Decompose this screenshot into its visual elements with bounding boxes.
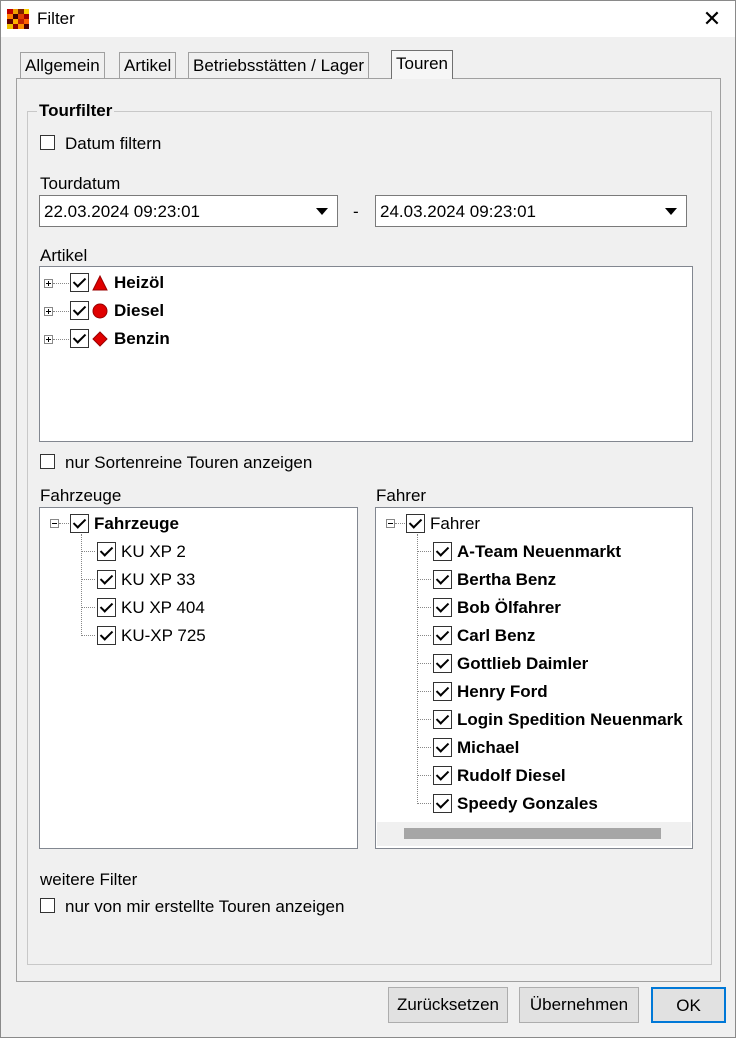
red-circle-icon [92, 303, 108, 319]
date-from-value: 22.03.2024 09:23:01 [44, 202, 200, 221]
fahrzeuge-root-label: Fahrzeuge [94, 514, 180, 533]
fahrzeug-label: KU XP 33 [121, 570, 196, 589]
fahrer-checkbox[interactable] [433, 766, 452, 785]
fahrer-checkbox[interactable] [433, 598, 452, 617]
fahrzeug-label: KU XP 404 [121, 598, 205, 617]
fahrzeuge-tree[interactable]: Fahrzeuge KU XP 2 KU XP 33 KU XP 404 KU-… [39, 507, 358, 849]
ok-button[interactable]: OK [651, 987, 726, 1023]
red-diamond-icon [92, 331, 108, 347]
fahrer-checkbox[interactable] [433, 626, 452, 645]
fahrer-checkbox[interactable] [433, 794, 452, 813]
fahrer-tree[interactable]: Fahrer A-Team Neuenmarkt Bertha Benz Bob… [375, 507, 693, 849]
horizontal-scrollbar[interactable] [377, 822, 691, 846]
fahrer-checkbox[interactable] [433, 542, 452, 561]
apply-button[interactable]: Übernehmen [519, 987, 639, 1023]
fahrer-checkbox[interactable] [433, 570, 452, 589]
artikel-checkbox[interactable] [70, 329, 89, 348]
window-title: Filter [37, 9, 75, 28]
fahrer-item-label: Rudolf Diesel [457, 766, 566, 785]
tab-allgemein[interactable]: Allgemein [20, 52, 105, 79]
fahrzeug-checkbox[interactable] [97, 542, 116, 561]
chevron-down-icon[interactable] [307, 196, 337, 226]
own-tours-checkbox[interactable] [40, 898, 55, 913]
artikel-checkbox[interactable] [70, 301, 89, 320]
tourdatum-label: Tourdatum [40, 174, 121, 193]
sortenrein-label: nur Sortenreine Touren anzeigen [65, 453, 313, 472]
date-to-combo[interactable]: 24.03.2024 09:23:01 [375, 195, 687, 227]
artikel-checkbox[interactable] [70, 273, 89, 292]
tab-touren[interactable]: Touren [391, 50, 453, 79]
filter-dialog: Filter ✕ Allgemein Artikel Betriebsstätt… [0, 0, 736, 1038]
artikel-label-benzin: Benzin [114, 329, 170, 348]
fahrer-root-checkbox[interactable] [406, 514, 425, 533]
fahrer-item-label: A-Team Neuenmarkt [457, 542, 622, 561]
sortenrein-checkbox[interactable] [40, 454, 55, 469]
date-filter-label: Datum filtern [65, 134, 162, 153]
fahrzeug-label: KU-XP 725 [121, 626, 206, 645]
fahrer-label: Fahrer [376, 486, 427, 505]
tourfilter-legend: Tourfilter [37, 101, 115, 121]
fahrzeuge-label: Fahrzeuge [40, 486, 122, 505]
artikel-label-heizoel: Heizöl [114, 273, 165, 292]
chevron-down-icon[interactable] [656, 196, 686, 226]
fahrer-item-label: Speedy Gonzales [457, 794, 598, 813]
fahrer-item-label: Carl Benz [457, 626, 536, 645]
artikel-label-diesel: Diesel [114, 301, 165, 320]
fahrer-checkbox[interactable] [433, 682, 452, 701]
expand-icon[interactable] [44, 279, 53, 288]
fahrzeug-checkbox[interactable] [97, 626, 116, 645]
artikel-tree[interactable]: Heizöl Diesel Benzin [39, 266, 693, 442]
fahrzeug-checkbox[interactable] [97, 570, 116, 589]
fahrzeug-label: KU XP 2 [121, 542, 186, 561]
fahrer-item-label: Gottlieb Daimler [457, 654, 589, 673]
date-from-combo[interactable]: 22.03.2024 09:23:01 [39, 195, 338, 227]
close-icon[interactable]: ✕ [689, 1, 735, 37]
fahrer-checkbox[interactable] [433, 738, 452, 757]
fahrer-root-label: Fahrer [430, 514, 481, 533]
expand-icon[interactable] [44, 335, 53, 344]
app-icon [7, 9, 29, 29]
fahrzeug-checkbox[interactable] [97, 598, 116, 617]
weitere-filter-label: weitere Filter [40, 870, 138, 889]
title-bar: Filter ✕ [1, 1, 735, 37]
fahrzeuge-root-checkbox[interactable] [70, 514, 89, 533]
date-separator: - [353, 202, 359, 221]
artikel-label: Artikel [40, 246, 88, 265]
expand-icon[interactable] [44, 307, 53, 316]
collapse-icon[interactable] [386, 519, 395, 528]
fahrer-item-label: Login Spedition Neuenmark [457, 710, 683, 729]
reset-button[interactable]: Zurücksetzen [388, 987, 508, 1023]
fahrer-item-label: Bob Ölfahrer [457, 598, 561, 617]
fahrer-item-label: Michael [457, 738, 520, 757]
fahrer-checkbox[interactable] [433, 654, 452, 673]
tab-betriebsstaetten[interactable]: Betriebsstätten / Lager [188, 52, 370, 79]
date-to-value: 24.03.2024 09:23:01 [380, 202, 536, 221]
tab-artikel[interactable]: Artikel [119, 52, 177, 79]
scrollbar-thumb[interactable] [404, 828, 661, 839]
fahrer-item-label: Bertha Benz [457, 570, 557, 589]
red-triangle-icon [92, 275, 108, 291]
date-filter-checkbox[interactable] [40, 135, 55, 150]
own-tours-label: nur von mir erstellte Touren anzeigen [65, 897, 345, 916]
fahrer-item-label: Henry Ford [457, 682, 548, 701]
fahrer-checkbox[interactable] [433, 710, 452, 729]
collapse-icon[interactable] [50, 519, 59, 528]
